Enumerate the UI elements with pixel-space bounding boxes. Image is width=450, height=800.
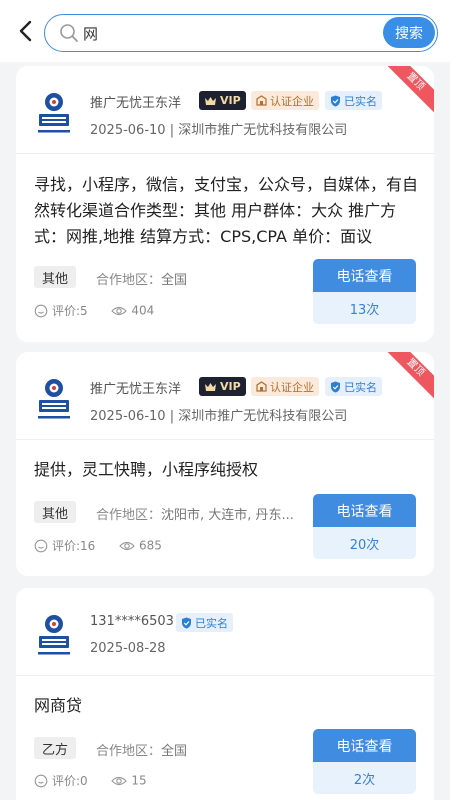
call-view-count: 13次 — [313, 292, 416, 324]
certified-badge: 认证企业 — [251, 91, 319, 110]
publisher-name: 推广无忧王东洋 — [90, 382, 182, 397]
publish-date: 2025-08-28 — [90, 641, 166, 656]
top-ribbon-label: 置顶 — [388, 352, 434, 398]
certified-label: 认证企业 — [270, 94, 314, 108]
publish-date: 2025-06-10 — [90, 409, 166, 424]
search-button[interactable]: 搜索 — [383, 17, 435, 48]
company-logo — [38, 615, 70, 655]
rating-count: 评价:0 — [52, 774, 88, 788]
call-view-button[interactable]: 电话查看 — [313, 729, 416, 762]
verified-label: 已实名 — [344, 94, 377, 108]
area-value: 沈阳市, 大连市, 丹东... — [161, 508, 294, 523]
publisher-name: 131****6503 — [90, 614, 174, 629]
category-tag: 其他 — [34, 501, 77, 523]
eye-icon — [111, 776, 128, 785]
search-icon — [60, 24, 78, 42]
verified-label: 已实名 — [344, 380, 377, 394]
area-label: 合作地区： — [96, 273, 162, 288]
top-ribbon-label: 置顶 — [388, 66, 434, 112]
area-label: 合作地区： — [96, 508, 162, 523]
certified-label: 认证企业 — [270, 380, 314, 394]
call-view-count: 2次 — [313, 762, 416, 794]
building-icon — [256, 95, 267, 106]
view-count: 685 — [138, 538, 162, 553]
listing-description: 寻找，小程序，微信，支付宝，公众号，自媒体，有自然转化渠道合作类型：其他 用户群… — [34, 175, 418, 246]
publish-info: 2025-08-28 — [90, 641, 166, 656]
listing-description: 提供，灵工快聘，小程序纯授权 — [34, 460, 259, 479]
card-stats: 评价:16 685 — [34, 537, 162, 554]
eye-icon — [111, 306, 128, 315]
back-button[interactable] — [12, 16, 38, 46]
cooperation-area: 合作地区：全国 — [96, 740, 302, 759]
top-bar: 搜索 — [0, 0, 450, 62]
cooperation-area: 合作地区：沈阳市, 大连市, 丹东... — [96, 504, 302, 523]
publish-date: 2025-06-10 — [90, 123, 166, 138]
building-icon — [256, 381, 267, 392]
area-value: 全国 — [161, 744, 188, 759]
separator: | — [169, 123, 179, 138]
company-logo — [38, 379, 70, 419]
verified-badge: 已实名 — [176, 613, 233, 632]
listing-card[interactable]: 131****6503 已实名 2025-08-28 网商贷 乙方 合作地区：全… — [16, 588, 434, 800]
vip-label: VIP — [220, 94, 241, 107]
vip-label: VIP — [220, 380, 241, 393]
top-ribbon: 置顶 — [388, 66, 434, 112]
crown-icon — [205, 96, 216, 105]
separator: | — [169, 409, 179, 424]
vip-badge: VIP — [199, 91, 246, 110]
category-tag: 其他 — [34, 266, 77, 288]
area-value: 全国 — [161, 273, 188, 288]
verified-badge: 已实名 — [325, 91, 382, 110]
crown-icon — [205, 382, 216, 391]
vip-badge: VIP — [199, 377, 246, 396]
view-count: 404 — [131, 303, 155, 318]
card-header: 131****6503 已实名 2025-08-28 — [16, 588, 434, 676]
shield-check-icon — [331, 381, 340, 392]
card-stats: 评价:5 404 — [34, 302, 154, 319]
eye-icon — [119, 541, 135, 550]
call-view-button[interactable]: 电话查看 — [313, 259, 416, 292]
search-input[interactable] — [83, 21, 373, 45]
publish-info: 2025-06-10 | 深圳市推广无忧科技有限公司 — [90, 119, 347, 138]
company-name: 深圳市推广无忧科技有限公司 — [178, 123, 348, 138]
call-view-button[interactable]: 电话查看 — [313, 494, 416, 527]
publisher-name: 推广无忧王东洋 — [90, 96, 182, 111]
search-box[interactable]: 搜索 — [44, 14, 438, 52]
card-stats: 评价:0 15 — [34, 772, 147, 789]
area-label: 合作地区： — [96, 744, 162, 759]
card-header: 推广无忧王东洋 VIP 认证企业 已实名 2025-06-10 | 深圳市推广无… — [16, 66, 434, 154]
rating-count: 评价:5 — [52, 304, 88, 318]
shield-check-icon — [182, 617, 191, 628]
verified-label: 已实名 — [195, 616, 228, 630]
shield-check-icon — [331, 95, 340, 106]
company-logo — [38, 93, 70, 133]
comment-icon — [34, 304, 48, 317]
cooperation-area: 合作地区：全国 — [96, 269, 306, 288]
verified-badge: 已实名 — [325, 377, 382, 396]
comment-icon — [34, 539, 48, 552]
view-count: 15 — [131, 773, 147, 788]
rating-count: 评价:16 — [52, 539, 96, 553]
listing-card[interactable]: 推广无忧王东洋 VIP 认证企业 已实名 2025-06-10 | 深圳市推广无… — [16, 66, 434, 342]
call-view-count: 20次 — [313, 527, 416, 559]
card-header: 推广无忧王东洋 VIP 认证企业 已实名 2025-06-10 | 深圳市推广无… — [16, 352, 434, 440]
certified-badge: 认证企业 — [251, 377, 319, 396]
listing-description: 网商贷 — [34, 696, 83, 715]
comment-icon — [34, 774, 48, 787]
category-tag: 乙方 — [34, 737, 77, 759]
listing-card[interactable]: 推广无忧王东洋 VIP 认证企业 已实名 2025-06-10 | 深圳市推广无… — [16, 352, 434, 576]
company-name: 深圳市推广无忧科技有限公司 — [178, 409, 348, 424]
publish-info: 2025-06-10 | 深圳市推广无忧科技有限公司 — [90, 405, 347, 424]
back-icon — [19, 20, 32, 42]
top-ribbon: 置顶 — [388, 352, 434, 398]
